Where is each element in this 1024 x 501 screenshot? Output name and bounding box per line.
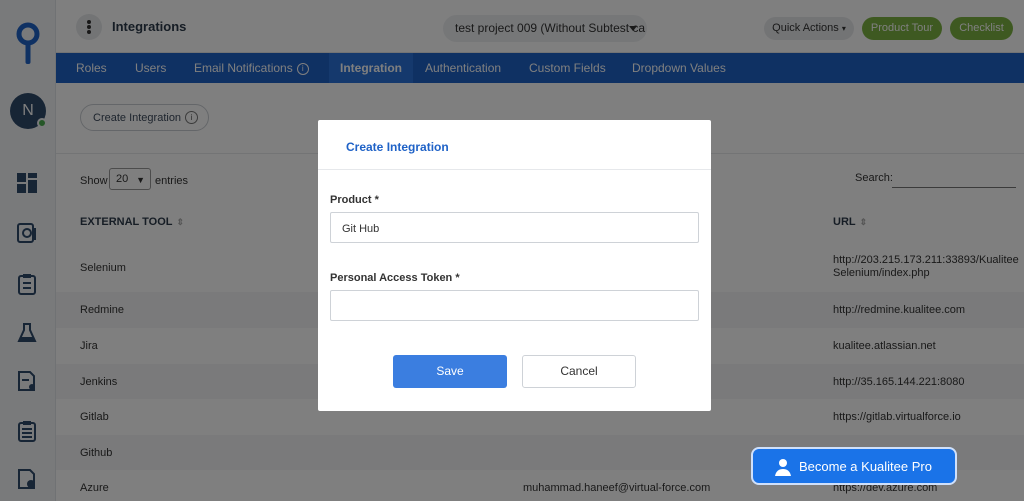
token-label: Personal Access Token *	[330, 272, 460, 284]
access-token-field[interactable]	[330, 290, 699, 321]
become-pro-label: Become a Kualitee Pro	[799, 459, 932, 474]
product-value: Git Hub	[342, 223, 380, 235]
create-integration-modal: Create Integration Product * Git Hub Per…	[318, 120, 711, 411]
become-pro-button[interactable]: Become a Kualitee Pro	[751, 447, 957, 485]
modal-title: Create Integration	[346, 140, 449, 154]
product-field[interactable]: Git Hub	[330, 212, 699, 243]
pro-user-icon	[775, 459, 791, 476]
save-button[interactable]: Save	[393, 355, 507, 388]
product-label: Product *	[330, 194, 379, 206]
modal-header: Create Integration	[318, 120, 711, 170]
cancel-button[interactable]: Cancel	[522, 355, 636, 388]
